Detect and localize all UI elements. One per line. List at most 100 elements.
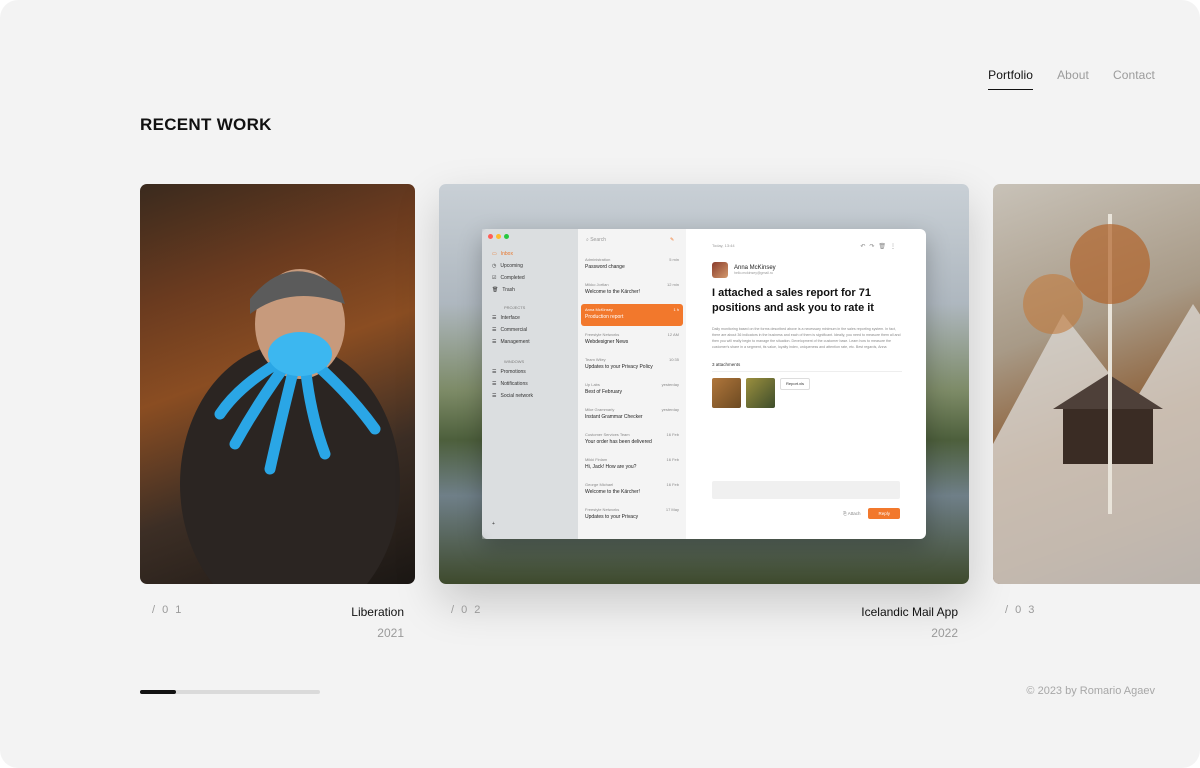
message-time: 16 Feb xyxy=(666,482,679,487)
section-title: RECENT WORK xyxy=(140,115,272,134)
message-item: Customer Services Team 16 Feb Your order h… xyxy=(581,429,683,451)
landscape-artwork xyxy=(993,214,1200,584)
mail-sidebar: ▭ Inbox ◷ Upcoming ☑ Completed 🗑 Trash P… xyxy=(482,229,578,539)
project-card-liberation[interactable] xyxy=(140,184,415,584)
message-meta: Mikko Jortlan 12 min xyxy=(585,282,679,287)
attach-button: ⎘ Attach xyxy=(843,511,861,516)
message-time: yesterday xyxy=(661,407,679,412)
sender: Anna McKinsey hello.mckinsey@gmail.ru xyxy=(712,262,900,278)
message-from: Mike Grammarly xyxy=(585,407,615,412)
sidebar-label: Notifications xyxy=(500,381,528,387)
message-item: Freestyle Networks 17 May Updates to your … xyxy=(581,504,683,526)
message-meta: Freestyle Networks 12 AM xyxy=(585,332,679,337)
message-toolbar-icons: ↶↷🗑⋮ xyxy=(860,244,900,250)
message-subject: Your order has been delivered xyxy=(585,439,652,445)
message-item: Mikko Jortlan 12 min Welcome to the Kärche… xyxy=(581,279,683,301)
sidebar-item: ☰ Social network xyxy=(492,393,533,399)
attachment-file: Report.xls xyxy=(780,378,811,390)
sidebar-label: Social network xyxy=(500,393,533,399)
sidebar-label: Commercial xyxy=(500,327,528,333)
page: Portfolio About Contact RECENT WORK ▭ In… xyxy=(0,0,1200,768)
group-title: PROJECTS xyxy=(504,305,526,310)
project-number: / 0 1 xyxy=(152,604,184,616)
message-from: George Michael xyxy=(585,482,614,487)
sidebar-label: Upcoming xyxy=(500,263,523,269)
message-time: 12 AM xyxy=(667,332,679,337)
sidebar-item: ☰ Management xyxy=(492,339,530,345)
project-year: 2022 xyxy=(931,626,958,640)
sender-email: hello.mckinsey@gmail.ru xyxy=(734,271,773,275)
carousel-progress[interactable] xyxy=(140,690,320,694)
message-from: Freestyle Networks xyxy=(585,332,620,337)
project-card-mail-app[interactable]: ▭ Inbox ◷ Upcoming ☑ Completed 🗑 Trash P… xyxy=(439,184,969,584)
avatar xyxy=(712,262,728,278)
message-subject: Updates to your Privacy xyxy=(585,514,639,520)
message-item: Administration 5 min Password change xyxy=(581,254,683,276)
attachments-label: 3 attachments xyxy=(712,362,902,372)
project-name[interactable]: Liberation xyxy=(351,605,404,619)
attach-label: Attach xyxy=(847,511,861,516)
sidebar-item: ☰ Commercial xyxy=(492,327,528,333)
message-from: Mikko Jortlan xyxy=(585,282,609,287)
sidebar-label: Interface xyxy=(500,315,520,321)
minimize-dot-icon xyxy=(496,234,501,239)
copyright: © 2023 by Romario Agaev xyxy=(1026,685,1155,697)
message-item: George Michael 16 Feb Welcome to the Kärch… xyxy=(581,479,683,501)
project-number: / 0 3 xyxy=(1005,604,1037,616)
message-time: 16 Feb xyxy=(666,457,679,462)
nav-portfolio[interactable]: Portfolio xyxy=(988,68,1034,90)
message-subject: Production report xyxy=(585,314,624,320)
message-from: Up Labs xyxy=(585,382,600,387)
sidebar-item-trash: 🗑 Trash xyxy=(492,287,515,293)
message-meta: Mikki Finlam 16 Feb xyxy=(585,457,679,462)
message-time: 1 h xyxy=(673,307,679,312)
message-item: Mike Grammarly yesterday Instant Grammar C… xyxy=(581,404,683,426)
sidebar-label: Management xyxy=(500,339,530,345)
message-time: 17 May xyxy=(665,507,679,512)
message-subject: Password change xyxy=(585,264,625,270)
message-from: Administration xyxy=(585,257,611,262)
nav-contact[interactable]: Contact xyxy=(1113,68,1155,90)
project-card-3[interactable] xyxy=(993,184,1200,584)
maximize-dot-icon xyxy=(504,234,509,239)
sidebar-item: ☰ Promotions xyxy=(492,369,526,375)
message-meta: Up Labs yesterday xyxy=(585,382,679,387)
attachments: Report.xls xyxy=(712,378,900,408)
message-time: 10:35 xyxy=(668,357,679,362)
message-meta: George Michael 16 Feb xyxy=(585,482,679,487)
message-time: 16 Feb xyxy=(666,432,679,437)
message-from: Anna McKinsey xyxy=(585,307,613,312)
window-controls xyxy=(488,234,509,239)
message-subject: Welcome to the Kärcher! xyxy=(585,489,640,495)
attachment-thumb xyxy=(712,378,741,408)
message-meta: Anna McKinsey 1 h xyxy=(585,307,679,312)
group-title: WINDOWS xyxy=(504,359,525,364)
message-item: Mikki Finlam 16 Feb Hi, Jack! How are you? xyxy=(581,454,683,476)
message-time: 12 min xyxy=(666,282,679,287)
top-nav: Portfolio About Contact xyxy=(988,68,1155,90)
liberation-artwork xyxy=(180,269,400,584)
message-time: yesterday xyxy=(661,382,679,387)
nav-about[interactable]: About xyxy=(1057,68,1089,90)
sidebar-item-completed: ☑ Completed xyxy=(492,275,525,281)
message-from: Mikki Finlam xyxy=(585,457,608,462)
project-name[interactable]: Icelandic Mail App xyxy=(861,605,958,619)
reply-button: Reply xyxy=(868,508,900,519)
attachment-thumb xyxy=(746,378,775,408)
project-year: 2021 xyxy=(377,626,404,640)
project-number: / 0 2 xyxy=(451,604,483,616)
message-subject: Updates to your Privacy Policy xyxy=(585,364,653,370)
message-from: Team Wiley xyxy=(585,357,606,362)
sidebar-item-upcoming: ◷ Upcoming xyxy=(492,263,523,269)
message-subject: Best of February xyxy=(585,389,622,395)
message-subject: Instant Grammar Checker xyxy=(585,414,643,420)
search-placeholder: Search xyxy=(590,237,607,243)
reading-pane: Today, 13:44 ↶↷🗑⋮ Anna McKinsey hello.mc… xyxy=(686,229,926,539)
reply-actions: ⎘ Attach Reply xyxy=(843,508,900,519)
message-meta: Mike Grammarly yesterday xyxy=(585,407,679,412)
sidebar-item: ☰ Notifications xyxy=(492,381,528,387)
message-subject: Hi, Jack! How are you? xyxy=(585,464,637,470)
compose-icon: ✎ xyxy=(670,237,675,243)
message-meta: Administration 5 min xyxy=(585,257,679,262)
message-item: Up Labs yesterday Best of February xyxy=(581,379,683,401)
